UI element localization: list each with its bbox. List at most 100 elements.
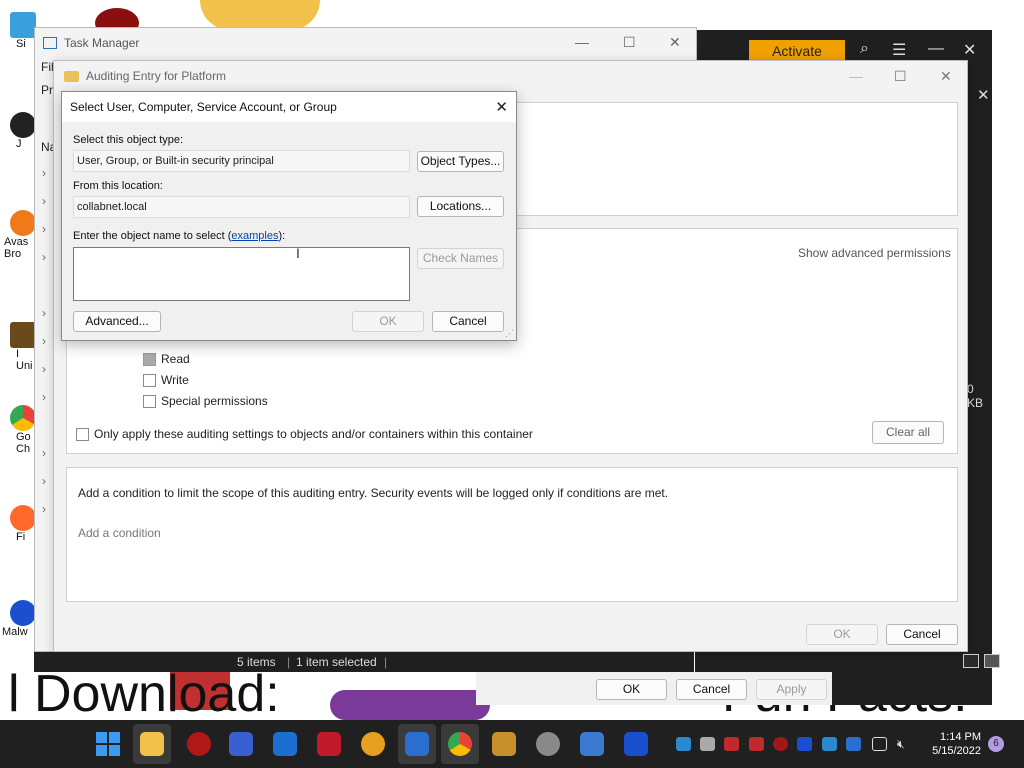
desktop-icon[interactable]: Go Ch [0, 405, 36, 467]
chevron-right-icon[interactable]: › [42, 390, 46, 404]
activate-button[interactable]: Activate [749, 40, 845, 62]
clear-all-button[interactable]: Clear all [872, 421, 944, 444]
close-icon[interactable]: ✕ [495, 98, 508, 116]
examples-link[interactable]: examples [231, 230, 278, 242]
chrome-icon[interactable] [448, 732, 472, 756]
remote-desktop-icon[interactable] [229, 732, 253, 756]
taskbar-clock[interactable]: 1:14 PM 5/15/2022 [925, 730, 981, 758]
search-icon[interactable]: ⌕ [860, 40, 869, 58]
chevron-right-icon[interactable]: › [42, 446, 46, 460]
security-app-icon[interactable] [187, 732, 211, 756]
large-icons-view-icon[interactable] [984, 654, 1000, 668]
maximize-icon[interactable]: ☐ [894, 68, 907, 85]
special-permissions-checkbox[interactable] [143, 394, 156, 408]
permission-read[interactable]: Read [143, 352, 190, 366]
lock-icon[interactable] [492, 732, 516, 756]
desktop-icon[interactable]: Fi [0, 505, 36, 567]
read-checkbox[interactable] [143, 352, 156, 366]
task-manager-taskbar-icon[interactable] [580, 732, 604, 756]
chevron-right-icon[interactable]: › [42, 362, 46, 376]
display-tray-icon[interactable] [872, 737, 887, 751]
chevron-right-icon[interactable]: › [42, 222, 46, 236]
windows-logo-icon [96, 732, 107, 743]
item-count: 5 items [237, 655, 276, 669]
object-type-label: Select this object type: [73, 134, 184, 146]
write-checkbox[interactable] [143, 373, 156, 387]
volume-muted-icon[interactable]: 🔇︎ [897, 737, 912, 751]
cancel-button[interactable]: Cancel [432, 311, 504, 332]
maximize-icon[interactable]: ☐ [623, 34, 636, 51]
desktop-icon[interactable]: I Uni [0, 322, 36, 384]
brave-browser-icon[interactable] [361, 732, 385, 756]
battery-tray-icon[interactable] [822, 737, 837, 751]
file-explorer-icon[interactable] [140, 732, 164, 756]
details-view-icon[interactable] [963, 654, 979, 668]
desktop-icon[interactable]: Avas Bro [0, 210, 36, 272]
permission-write[interactable]: Write [143, 373, 189, 387]
minimize-icon[interactable]: — [849, 68, 863, 84]
malwarebytes-icon[interactable] [624, 732, 648, 756]
wallpaper-blob [200, 0, 320, 30]
show-advanced-permissions-link[interactable]: Show advanced permissions [798, 246, 951, 260]
camera-tray-icon[interactable] [676, 737, 691, 751]
shield-icon[interactable] [273, 732, 297, 756]
dark-panel-close-icon[interactable]: ✕ [977, 86, 990, 104]
wallpaper-blob [330, 690, 490, 720]
auditing-entry-titlebar: Auditing Entry for Platform [54, 61, 967, 91]
camera-app-icon[interactable] [405, 732, 429, 756]
select-user-title: Select User, Computer, Service Account, … [70, 100, 337, 114]
chevron-right-icon[interactable]: › [42, 502, 46, 516]
menu-file[interactable]: Fil [41, 60, 54, 74]
write-label: Write [161, 373, 189, 387]
close-icon[interactable]: ✕ [963, 40, 976, 60]
chevron-right-icon[interactable]: › [42, 334, 46, 348]
clock-time: 1:14 PM [940, 731, 981, 743]
record-tray-icon[interactable] [724, 737, 739, 751]
explorer-status-bar: 5 items | 1 item selected | [34, 652, 694, 672]
ok-button[interactable]: OK [352, 311, 424, 332]
desktop-icon[interactable]: J [0, 112, 36, 174]
resize-grip-icon[interactable]: ⋰ [505, 328, 514, 339]
object-types-button[interactable]: Object Types... [417, 151, 504, 172]
check-names-button[interactable]: Check Names [417, 248, 504, 269]
settings-tray-icon[interactable] [700, 737, 715, 751]
menu-icon[interactable]: ☰ [892, 40, 906, 60]
shield-tray-icon[interactable] [749, 737, 764, 751]
minimize-icon[interactable]: — [928, 40, 944, 58]
select-user-dialog: Select User, Computer, Service Account, … [61, 91, 517, 341]
ok-button[interactable]: OK [806, 624, 878, 645]
chevron-right-icon[interactable]: › [42, 306, 46, 320]
malwarebytes-tray-icon[interactable] [797, 737, 812, 751]
add-condition-link[interactable]: Add a condition [78, 526, 161, 540]
chevron-right-icon[interactable]: › [42, 474, 46, 488]
antivirus-tray-icon[interactable] [773, 737, 788, 751]
cancel-button[interactable]: Cancel [886, 624, 958, 645]
apply-button[interactable]: Apply [756, 679, 827, 700]
select-user-titlebar: Select User, Computer, Service Account, … [62, 92, 516, 122]
advanced-button[interactable]: Advanced... [73, 311, 161, 332]
locations-button[interactable]: Locations... [417, 196, 504, 217]
close-icon[interactable]: ✕ [940, 68, 952, 85]
chevron-right-icon[interactable]: › [42, 250, 46, 264]
minimize-icon[interactable]: — [575, 34, 589, 50]
clock-date: 5/15/2022 [932, 745, 981, 757]
object-name-label: Enter the object name to select (example… [73, 230, 286, 242]
object-name-input[interactable] [73, 247, 410, 301]
chevron-right-icon[interactable]: › [42, 194, 46, 208]
tab-processes[interactable]: Pr [41, 83, 53, 97]
only-apply-label: Only apply these auditing settings to ob… [94, 427, 533, 441]
chevron-right-icon[interactable]: › [42, 166, 46, 180]
only-apply-option[interactable]: Only apply these auditing settings to ob… [76, 427, 533, 441]
ok-button[interactable]: OK [596, 679, 667, 700]
cancel-button[interactable]: Cancel [676, 679, 747, 700]
close-icon[interactable]: ✕ [669, 34, 681, 51]
start-button[interactable] [96, 732, 120, 756]
permission-special[interactable]: Special permissions [143, 394, 268, 408]
desktop-icon[interactable]: Si [0, 12, 36, 74]
recorder-icon[interactable] [317, 732, 341, 756]
notification-badge[interactable]: 6 [988, 736, 1004, 752]
settings-gear-icon[interactable] [536, 732, 560, 756]
only-apply-checkbox[interactable] [76, 427, 89, 441]
desktop-icon[interactable]: Malw [0, 600, 36, 662]
defender-tray-icon[interactable] [846, 737, 861, 751]
